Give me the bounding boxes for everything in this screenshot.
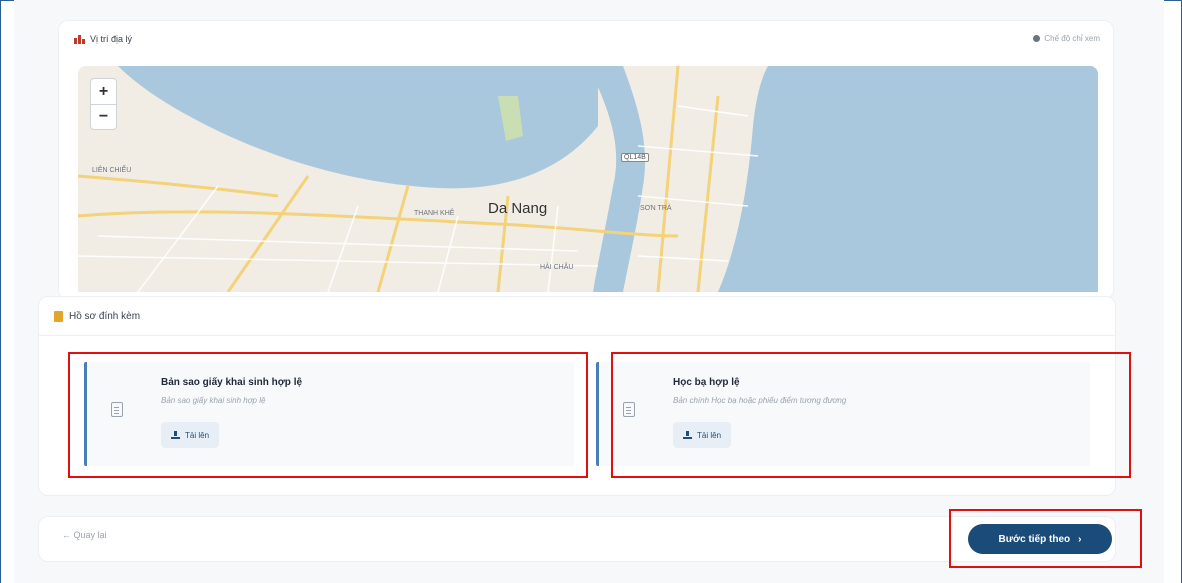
upload-label: Tải lên [697,430,722,440]
upload-icon [171,431,180,439]
back-button[interactable]: ← Quay lại [62,530,107,540]
info-icon [1033,35,1041,42]
chevron-right-icon: › [1078,533,1082,545]
zoom-in-button[interactable]: + [91,79,116,104]
map-view[interactable] [78,66,1098,292]
map-label-lien-chieu: LIÊN CHIỂU [92,167,132,174]
attachments-header [38,296,1116,336]
next-step-button[interactable]: Bước tiếp theo › [968,524,1112,554]
footer-bar [38,516,1116,562]
map-label-city: Da Nang [488,200,548,217]
attachment-name: Bản sao giấy khai sinh hợp lệ [161,377,303,388]
document-icon [54,311,63,322]
location-title-text: Vị trí địa lý [90,34,133,44]
map-label-hai-chau: HẢI CHÂU [540,264,574,271]
attachment-card: Bản sao giấy khai sinh hợp lệ Bản sao gi… [84,362,574,466]
attachments-title: Hồ sơ đính kèm [54,311,140,322]
file-icon [623,402,635,417]
upload-label: Tải lên [185,430,210,440]
attachment-desc: Bản chính Học bạ hoặc phiếu điểm tương đ… [673,396,847,405]
upload-icon [683,431,692,439]
upload-button[interactable]: Tải lên [673,422,732,448]
location-hint-text: Chế độ chỉ xem [1044,34,1100,43]
attachment-desc: Bản sao giấy khai sinh hợp lệ [161,396,266,405]
zoom-control: + − [90,78,117,130]
map-pin-icon [74,34,85,44]
map-road-shield: QL14B [621,153,649,162]
file-icon [111,402,123,417]
map-label-thanh-khe: THANH KHÊ [414,210,455,217]
attachment-name: Học bạ hợp lệ [673,377,740,388]
location-title: Vị trí địa lý [74,34,132,44]
attachment-card: Học bạ hợp lệ Bản chính Học bạ hoặc phiế… [596,362,1090,466]
location-hint: Chế độ chỉ xem [1033,34,1100,43]
map-tiles [78,66,1098,292]
attachments-title-text: Hồ sơ đính kèm [69,311,141,322]
zoom-out-button[interactable]: − [91,104,116,129]
upload-button[interactable]: Tải lên [161,422,220,448]
map-label-son-tra: SƠN TRÀ [640,205,672,212]
next-step-label: Bước tiếp theo [998,533,1071,545]
